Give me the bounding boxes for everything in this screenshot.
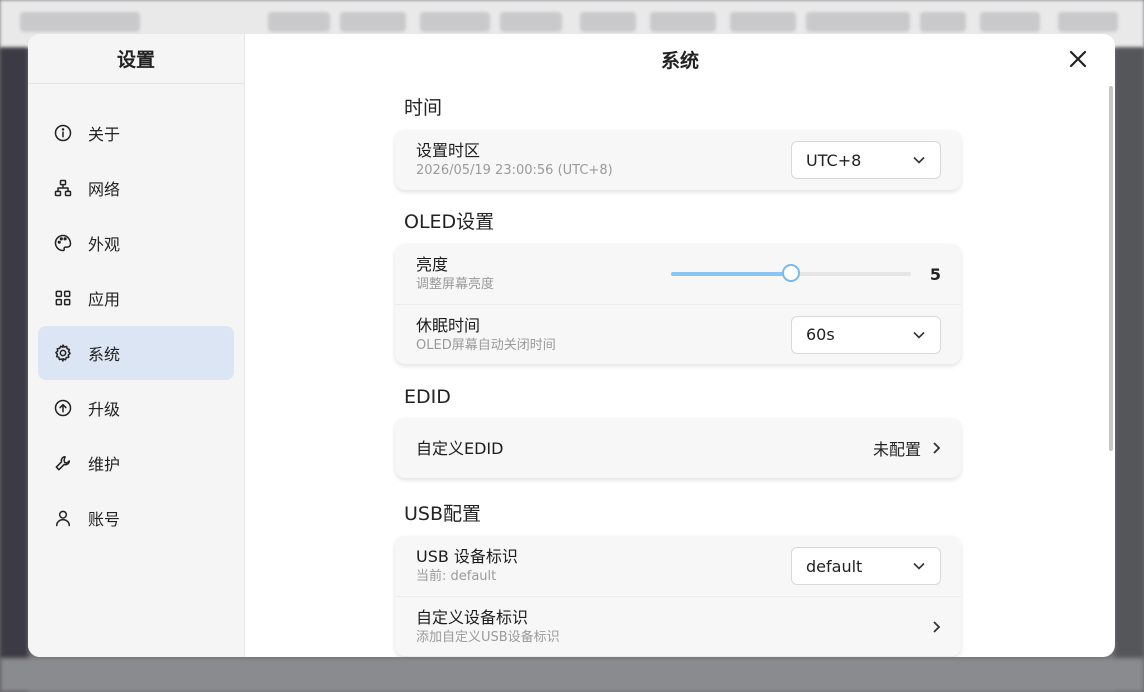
time-card: 设置时区 2026/05/19 23:00:56 (UTC+8) UTC+8 [395,130,961,190]
brightness-label: 亮度 [416,255,449,274]
sidebar-item-label: 外观 [88,235,121,254]
sidebar-item-account[interactable]: 账号 [38,491,234,545]
sleep-time-select[interactable]: 60s [791,315,941,354]
edid-card: 自定义EDID 未配置 [395,418,961,478]
settings-dialog: 设置 关于 网络 外观 应用 系统 升级 维护 账号 系统 时间 设置时区 20… [28,34,1115,657]
current-time-text: 2026/05/19 23:00:56 (UTC+8) [416,163,613,178]
settings-sidebar: 设置 关于 网络 外观 应用 系统 升级 维护 账号 [28,34,245,657]
background-app-right [1115,48,1144,692]
chevron-down-icon [913,156,925,164]
network-icon [52,177,74,199]
scrollbar[interactable] [1109,86,1113,451]
settings-nav: 关于 网络 外观 应用 系统 升级 维护 账号 [28,84,244,545]
sidebar-item-label: 系统 [88,345,121,364]
settings-content: 时间 设置时区 2026/05/19 23:00:56 (UTC+8) UTC+… [395,84,961,656]
sidebar-title: 设置 [28,34,244,84]
section-title-oled: OLED设置 [404,211,495,233]
gear-icon [52,342,74,364]
custom-device-id-description: 添加自定义USB设备标识 [416,629,560,645]
sleep-time-label: 休眠时间 [416,315,481,335]
brightness-description: 调整屏幕亮度 [416,277,495,292]
usb-device-id-row: USB 设备标识 当前: default default [395,536,961,596]
timezone-row: 设置时区 2026/05/19 23:00:56 (UTC+8) UTC+8 [395,130,961,190]
sidebar-item-about[interactable]: 关于 [38,106,234,160]
section-title-edid: EDID [404,386,451,408]
section-title-usb: USB配置 [404,503,482,525]
custom-device-id-row[interactable]: 自定义设备标识 添加自定义USB设备标识 [395,596,961,656]
close-button[interactable] [1067,48,1089,70]
usb-device-id-label: USB 设备标识 [416,547,518,566]
palette-icon [52,232,74,254]
sidebar-item-label: 升级 [88,400,121,419]
sidebar-item-system[interactable]: 系统 [38,326,234,380]
sleep-time-select-value: 60s [806,325,835,344]
timezone-label: 设置时区 [416,141,481,160]
chevron-down-icon [913,562,925,570]
info-icon [52,122,74,144]
sidebar-item-label: 网络 [88,180,121,199]
background-app-bottom [0,658,1144,692]
page-title: 系统 [660,49,699,72]
wrench-icon [52,452,74,474]
background-app-left [0,48,28,692]
sidebar-item-label: 维护 [88,455,121,474]
usb-device-id-select-value: default [806,556,863,576]
timezone-select[interactable]: UTC+8 [791,141,941,179]
apps-grid-icon [52,287,74,309]
usb-card: USB 设备标识 当前: default default 自定义设备标识 添加自… [395,536,961,656]
sidebar-item-appearance[interactable]: 外观 [38,216,234,270]
oled-card: 亮度 调整屏幕亮度 5 休眠时间 OLED屏幕自动关闭时间 60s [395,244,961,364]
custom-edid-label: 自定义EDID [416,438,504,458]
sidebar-item-label: 关于 [88,125,121,144]
upgrade-arrow-icon [52,397,74,419]
brightness-slider-group: 5 [671,264,941,284]
chevron-right-icon [933,620,941,633]
sleep-time-row: 休眠时间 OLED屏幕自动关闭时间 60s [395,304,961,364]
brightness-slider-thumb[interactable] [782,264,800,282]
sidebar-item-upgrade[interactable]: 升级 [38,381,234,435]
brightness-value: 5 [929,264,941,284]
brightness-slider-fill [671,272,791,276]
chevron-down-icon [913,331,925,339]
sleep-time-description: OLED屏幕自动关闭时间 [416,337,556,353]
chevron-right-icon [933,442,941,454]
sidebar-item-network[interactable]: 网络 [38,161,234,215]
custom-edid-row[interactable]: 自定义EDID 未配置 [395,418,961,478]
close-icon [1069,50,1087,68]
custom-device-id-link[interactable] [921,620,941,634]
user-icon [52,507,74,529]
custom-edid-status: 未配置 [872,440,921,459]
section-title-time: 时间 [404,97,443,119]
sidebar-item-label: 应用 [88,290,121,309]
timezone-select-value: UTC+8 [806,150,862,170]
custom-device-id-label: 自定义设备标识 [416,607,529,627]
brightness-slider[interactable] [671,264,911,282]
brightness-row: 亮度 调整屏幕亮度 5 [395,244,961,304]
sidebar-item-apps[interactable]: 应用 [38,271,234,325]
usb-device-id-select[interactable]: default [791,547,941,585]
sidebar-item-label: 账号 [88,510,121,529]
settings-main: 系统 时间 设置时区 2026/05/19 23:00:56 (UTC+8) U… [245,34,1115,657]
sidebar-item-maintenance[interactable]: 维护 [38,436,234,490]
custom-edid-link[interactable]: 未配置 [873,436,941,460]
usb-device-id-current: 当前: default [416,569,497,584]
